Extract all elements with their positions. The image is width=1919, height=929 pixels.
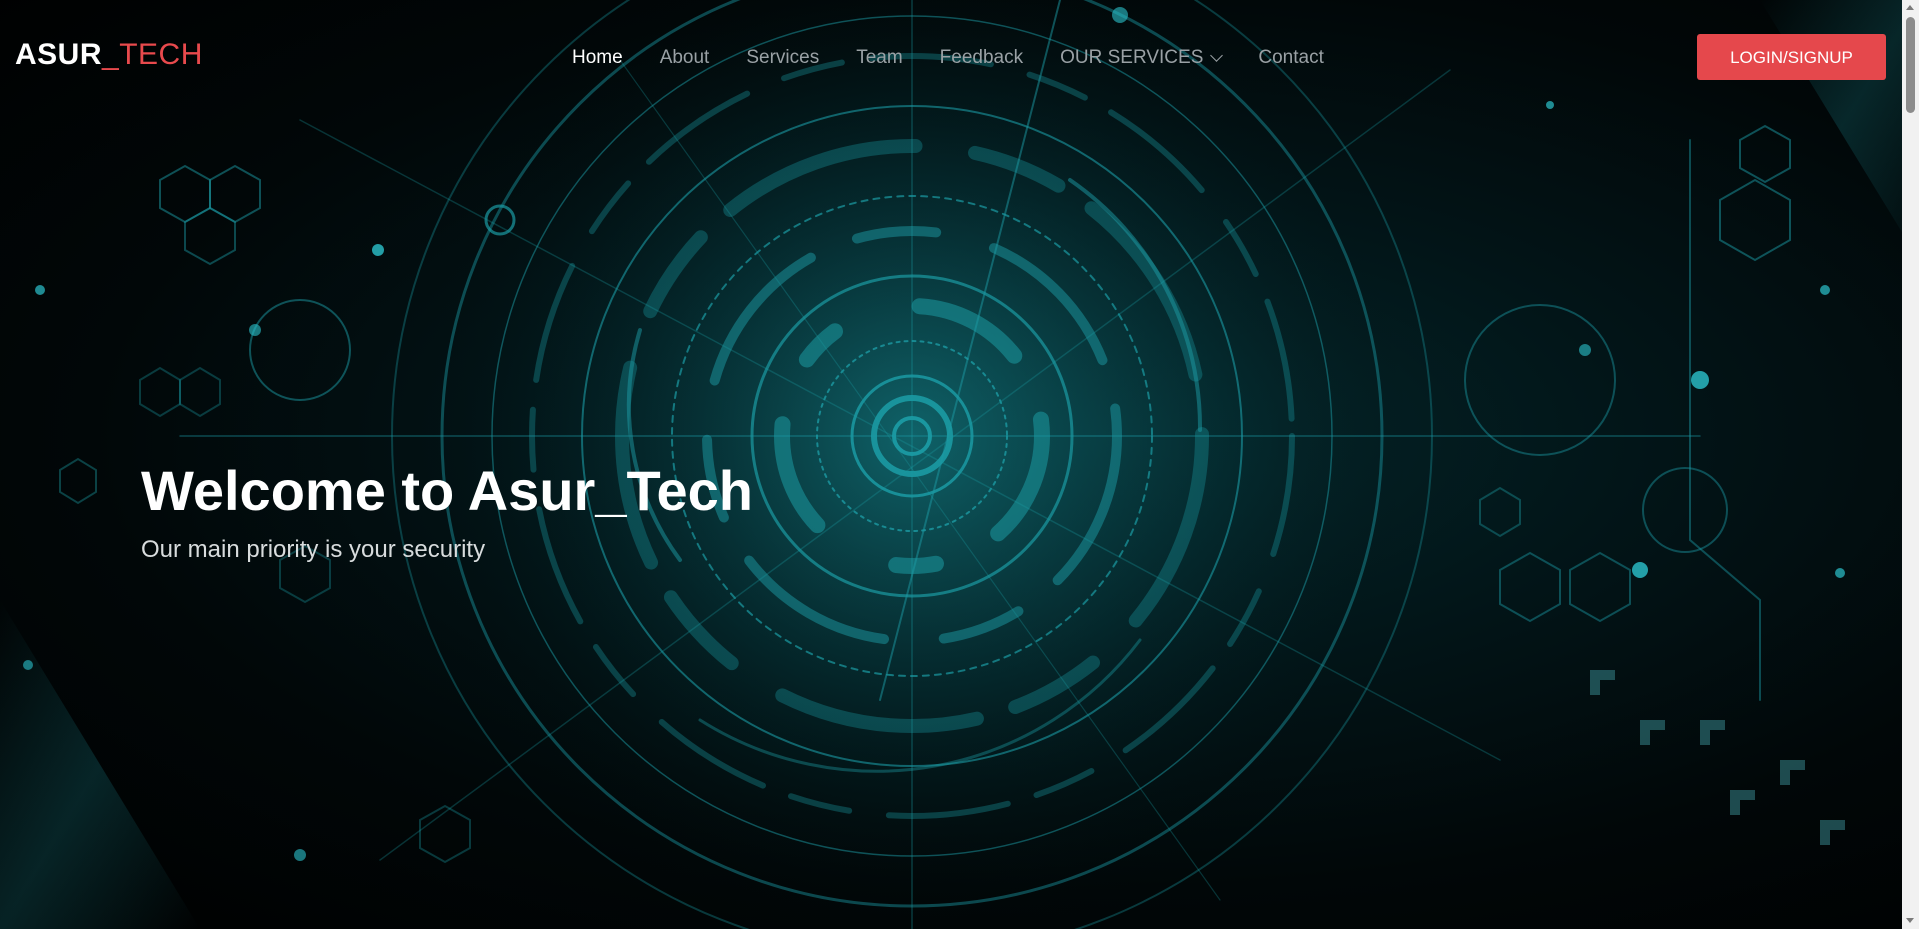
hero-title: Welcome to Asur_Tech [141,459,754,522]
site-header: ASUR_TECH Home About Services Team Feedb… [0,0,1900,116]
scroll-down-arrow-icon[interactable] [1906,918,1914,923]
scrollbar-thumb[interactable] [1906,17,1915,113]
chevron-down-icon [1210,49,1224,62]
brand-name-main: ASUR [15,38,103,71]
nav-item-team[interactable]: Team [856,47,902,69]
brand-logo[interactable]: ASUR_TECH [15,38,203,72]
nav-item-our-services-label: OUR SERVICES [1060,47,1204,68]
page: ASUR_TECH Home About Services Team Feedb… [0,0,1919,929]
scroll-up-arrow-icon[interactable] [1906,5,1914,10]
main-nav: Home About Services Team Feedback OUR SE… [572,44,1361,72]
nav-item-about[interactable]: About [660,47,710,69]
page-scrollbar[interactable] [1902,0,1919,929]
nav-item-our-services-dropdown[interactable]: OUR SERVICES [1060,47,1224,69]
nav-item-contact[interactable]: Contact [1258,47,1323,69]
nav-item-feedback[interactable]: Feedback [940,47,1023,69]
nav-item-services[interactable]: Services [746,47,819,69]
hero-subtitle: Our main priority is your security [141,536,486,563]
nav-item-home[interactable]: Home [572,47,623,69]
login-signup-button[interactable]: LOGIN/SIGNUP [1697,34,1886,80]
brand-name-accent: _TECH [102,38,203,71]
